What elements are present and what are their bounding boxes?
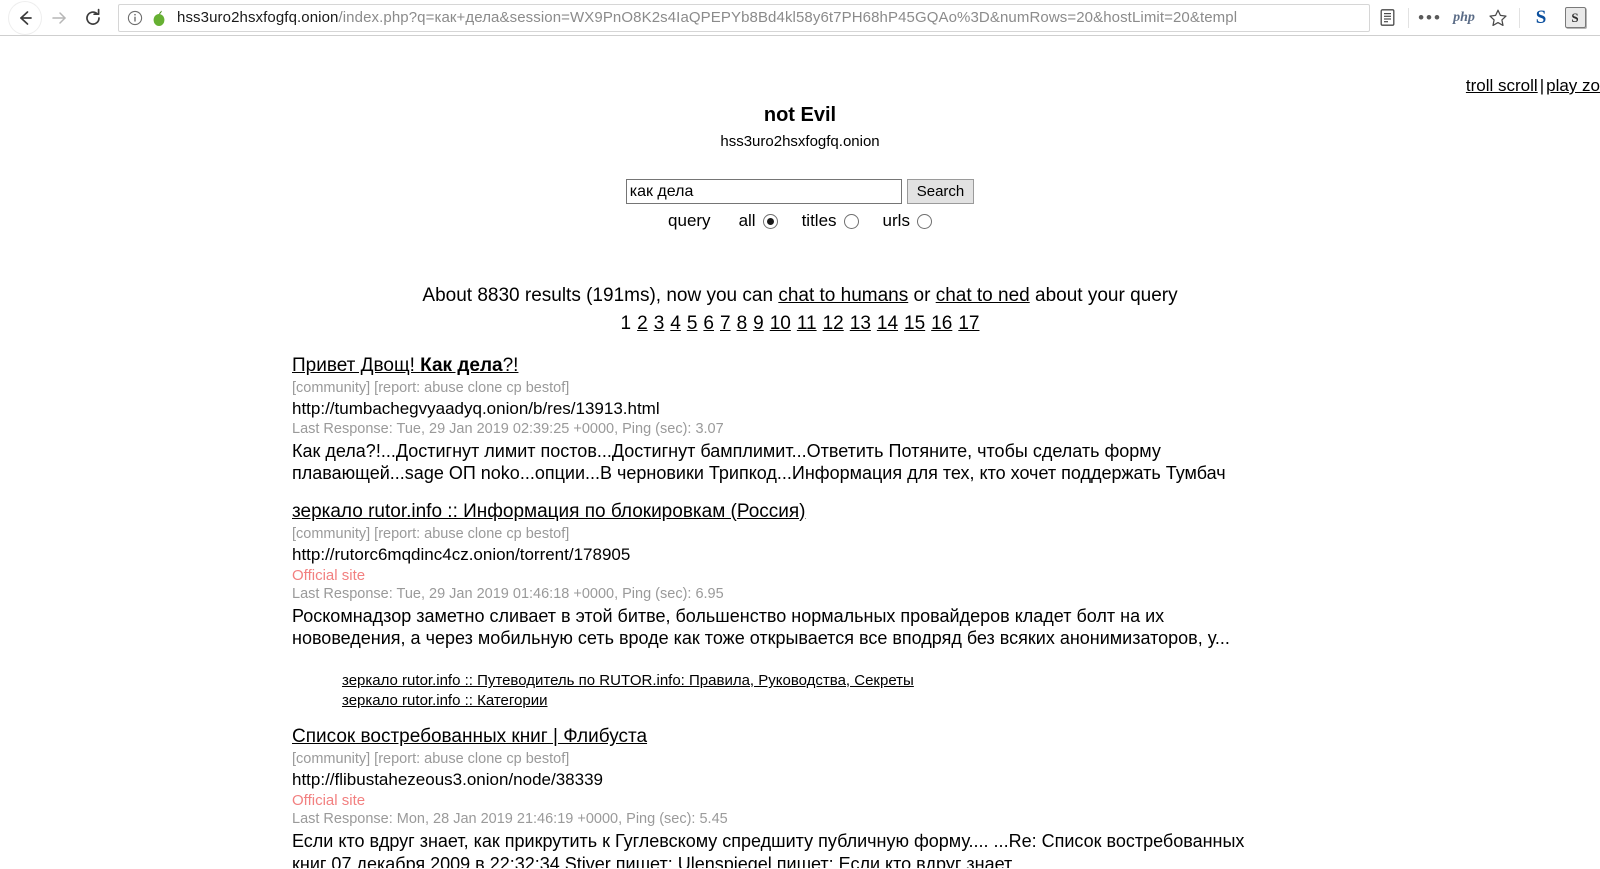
results-summary: About 8830 results (191ms), now you can … <box>0 285 1600 307</box>
result-title-suffix: ?! <box>502 355 519 376</box>
pagination-page-16[interactable]: 16 <box>931 313 952 334</box>
option-label-titles: titles <box>801 211 837 230</box>
pagination-page-3[interactable]: 3 <box>654 313 665 334</box>
address-bar[interactable]: hss3uro2hsxfogfq.onion/index.php?q=как+д… <box>118 3 1370 32</box>
play-zoo-link[interactable]: play zo <box>1546 76 1600 95</box>
search-form: Search <box>0 179 1600 204</box>
official-site-badge: Official site <box>292 566 366 584</box>
skype-extension-icon[interactable]: S <box>1524 1 1558 35</box>
more-options-icon[interactable]: ••• <box>1413 1 1447 35</box>
result-snippet: Роскомнадзор заметно сливает в этой битв… <box>292 605 1230 648</box>
result-item: Список востребованных книг | Флибуста [co… <box>292 726 1560 868</box>
search-button[interactable]: Search <box>906 179 975 204</box>
url-path: /index.php?q=как+дела&session=WX9PnO8K2s… <box>338 9 1238 26</box>
results-list: Привет Двощ! Как дела?! [community] [repo… <box>0 355 1600 868</box>
chat-to-humans-link[interactable]: chat to humans <box>778 285 908 306</box>
pagination-page-2[interactable]: 2 <box>637 313 648 334</box>
radio-all[interactable] <box>762 213 778 229</box>
option-label-all: all <box>738 211 756 230</box>
s-extension-icon[interactable]: S <box>1558 1 1592 35</box>
result-sublink[interactable]: зеркало rutor.info :: Категории <box>342 691 547 711</box>
site-header: not Evil hss3uro2hsxfogfq.onion <box>0 36 1600 150</box>
result-tags[interactable]: [community] [report: abuse clone cp best… <box>292 751 1560 767</box>
onion-icon <box>148 8 170 28</box>
pagination-page-6[interactable]: 6 <box>703 313 714 334</box>
pagination-page-8[interactable]: 8 <box>737 313 748 334</box>
pagination-page-17[interactable]: 17 <box>958 313 979 334</box>
pagination-page-4[interactable]: 4 <box>670 313 681 334</box>
query-label: query <box>668 211 711 230</box>
pagination-page-11[interactable]: 11 <box>797 313 817 334</box>
result-title-link[interactable]: Список востребованных книг | Флибуста <box>292 726 647 747</box>
result-item: Привет Двощ! Как дела?! [community] [repo… <box>292 355 1560 485</box>
browser-toolbar: hss3uro2hsxfogfq.onion/index.php?q=как+д… <box>0 0 1600 36</box>
official-site-badge: Official site <box>292 792 366 810</box>
result-url[interactable]: http://tumbachegvyaadyq.onion/b/res/1391… <box>292 399 1560 419</box>
search-scope-options: query all titles urls <box>0 211 1600 231</box>
troll-scroll-link[interactable]: troll scroll <box>1466 76 1538 95</box>
chat-to-ned-link[interactable]: chat to ned <box>936 285 1030 306</box>
results-summary-prefix: About 8830 results (191ms), now you can <box>422 285 779 306</box>
result-snippet: Как дела?!...Достигнут лимит постов...До… <box>292 441 1226 484</box>
option-label-urls: urls <box>882 211 910 230</box>
radio-titles[interactable] <box>843 213 859 229</box>
result-response-info: Last Response: Mon, 28 Jan 2019 21:46:19… <box>292 811 728 828</box>
result-sublinks: зеркало rutor.info :: Путеводитель по RU… <box>292 671 1560 710</box>
site-domain: hss3uro2hsxfogfq.onion <box>720 133 880 150</box>
reader-view-icon[interactable] <box>1370 1 1404 35</box>
radio-urls[interactable] <box>916 213 932 229</box>
forward-arrow-icon[interactable] <box>42 1 76 35</box>
result-title-row: зеркало rutor.info :: Информация по блок… <box>292 501 1560 523</box>
info-circle-icon[interactable] <box>125 8 145 28</box>
result-item: зеркало rutor.info :: Информация по блок… <box>292 501 1560 711</box>
bookmark-star-icon[interactable] <box>1481 1 1515 35</box>
corner-links: troll scroll | play zo <box>1466 76 1600 96</box>
pagination-page-15[interactable]: 15 <box>904 313 925 334</box>
pagination-page-5[interactable]: 5 <box>687 313 698 334</box>
reload-icon[interactable] <box>76 1 110 35</box>
pagination: 1 2 3 4 5 6 7 8 9 10 11 12 13 14 15 16 17 <box>0 313 1600 335</box>
result-title-link[interactable]: Привет Двощ! Как дела?! <box>292 355 518 376</box>
result-title-link[interactable]: зеркало rutor.info :: Информация по блок… <box>292 501 806 522</box>
result-url[interactable]: http://rutorc6mqdinc4cz.onion/torrent/17… <box>292 545 1560 565</box>
pagination-page-7[interactable]: 7 <box>720 313 731 334</box>
page-title: not Evil <box>763 104 837 126</box>
toolbar-divider <box>1408 7 1409 28</box>
url-text: hss3uro2hsxfogfq.onion/index.php?q=как+д… <box>177 9 1237 26</box>
result-response-info: Last Response: Tue, 29 Jan 2019 01:46:18… <box>292 585 724 602</box>
result-title-text: Привет Двощ! <box>292 355 421 376</box>
result-title-row: Список востребованных книг | Флибуста <box>292 726 1560 748</box>
result-title-text: Список востребованных книг | Флибуста <box>292 726 648 748</box>
result-tags[interactable]: [community] [report: abuse clone cp best… <box>292 380 1560 396</box>
corner-link-separator: | <box>1539 76 1545 95</box>
pagination-page-13[interactable]: 13 <box>850 313 871 334</box>
result-tags[interactable]: [community] [report: abuse clone cp best… <box>292 526 1560 542</box>
pagination-page-10[interactable]: 10 <box>770 313 791 334</box>
results-summary-suffix: about your query <box>1029 285 1178 306</box>
pagination-page-9[interactable]: 9 <box>753 313 764 334</box>
result-title-highlight: Как дела <box>420 355 503 376</box>
toolbar-extensions: ••• php S S <box>1370 1 1592 35</box>
pagination-page-14[interactable]: 14 <box>877 313 898 334</box>
result-response-info: Last Response: Tue, 29 Jan 2019 02:39:25… <box>292 421 724 437</box>
result-title-row: Привет Двощ! Как дела?! <box>292 355 1560 377</box>
result-snippet: Если кто вдруг знает, как прикрутить к Г… <box>292 831 1245 868</box>
toolbar-divider-2 <box>1519 7 1520 28</box>
back-arrow-icon[interactable] <box>8 1 42 35</box>
url-host: hss3uro2hsxfogfq.onion <box>177 9 339 26</box>
search-input[interactable] <box>625 179 902 204</box>
pagination-page-12[interactable]: 12 <box>823 313 844 334</box>
pagination-page-1: 1 <box>620 313 632 334</box>
page-content: troll scroll | play zo not Evil hss3uro2hs… <box>0 36 1600 868</box>
results-summary-middle: or <box>908 285 936 306</box>
result-title-text: зеркало rutor.info :: Информация по блок… <box>292 500 806 522</box>
result-url[interactable]: http://flibustahezeous3.onion/node/38339 <box>292 770 1560 790</box>
php-extension-icon[interactable]: php <box>1447 1 1481 35</box>
result-sublink[interactable]: зеркало rutor.info :: Путеводитель по RU… <box>342 671 914 691</box>
